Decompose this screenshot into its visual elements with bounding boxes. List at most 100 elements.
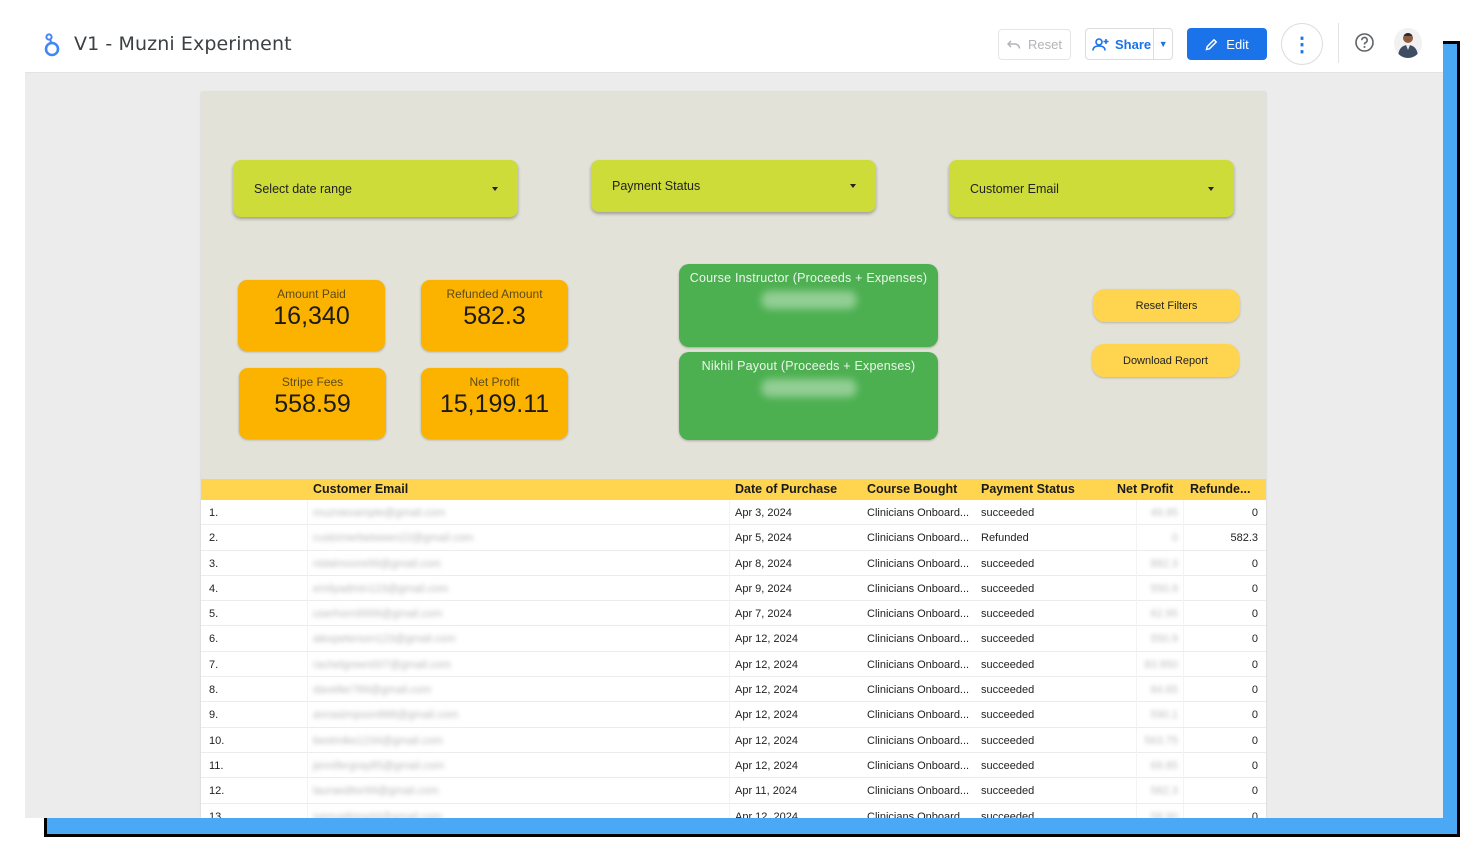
cell-payment-status: succeeded (981, 507, 1035, 519)
cell-net-profit: 84.65 (1150, 684, 1178, 697)
cell-payment-status: succeeded (981, 608, 1035, 621)
column-separator (1183, 626, 1184, 652)
table-row[interactable]: 6. alexpeterson123@gmail.com Apr 12, 2024 C… (201, 626, 1266, 652)
dropdown-arrow-icon[interactable] (492, 186, 498, 191)
column-separator (1183, 702, 1184, 728)
undo-icon (1007, 39, 1021, 49)
course-instructor-payout-card: Course Instructor (Proceeds + Expenses) (679, 264, 938, 347)
redacted-value (760, 291, 857, 309)
column-separator (729, 702, 730, 728)
download-report-button[interactable]: Download Report (1092, 344, 1239, 377)
row-index: 3. (209, 557, 219, 570)
column-separator (307, 500, 308, 525)
cell-refunded: 0 (1251, 684, 1258, 697)
table-row[interactable]: 8. daveller789@gmail.com Apr 12, 2024 Clini… (201, 677, 1266, 703)
column-separator (1136, 601, 1137, 627)
reset-button[interactable]: Reset (998, 29, 1071, 60)
report-page: Select date range Payment Status Custome… (201, 92, 1266, 818)
table-row[interactable]: 7. rachelgreen007@gmail.com Apr 12, 2024 Cl… (201, 651, 1266, 678)
more-vert-icon[interactable]: ⋮ (1281, 23, 1323, 65)
kpi-value: 15,199.11 (439, 390, 550, 418)
column-separator (307, 778, 308, 804)
looker-studio-logo-icon[interactable] (41, 32, 63, 58)
column-separator (307, 550, 308, 576)
cell-customer-email: rachelgreen007@gmail.com (313, 658, 451, 671)
column-header-net-profit[interactable]: Net Profit (1117, 482, 1173, 496)
cell-date-of-purchase: Apr 12, 2024 (735, 658, 798, 671)
reset-filters-button[interactable]: Reset Filters (1093, 289, 1240, 322)
cell-customer-email: nidalmoore99@gmail.com (313, 557, 441, 570)
dropdown-arrow-icon[interactable] (850, 184, 856, 188)
kpi-amount-paid: Amount Paid 16,340 (238, 280, 385, 351)
column-separator (1136, 626, 1137, 652)
cell-date-of-purchase: Apr 12, 2024 (735, 734, 798, 747)
row-index: 5. (209, 608, 219, 621)
cell-net-profit: 550.9 (1150, 633, 1178, 646)
row-index: 8. (209, 684, 219, 697)
share-button[interactable]: Share ▼ (1085, 28, 1173, 60)
column-separator (729, 727, 730, 753)
customer-email-filter[interactable]: Customer Email (949, 160, 1234, 217)
cell-customer-email: customerbetween22@gmail.com (313, 532, 474, 545)
kpi-value: 558.59 (274, 390, 351, 418)
column-header-payment-status[interactable]: Payment Status (981, 482, 1075, 496)
table-row[interactable]: 3. nidalmoore99@gmail.com Apr 8, 2024 Clini… (201, 550, 1266, 576)
cell-net-profit: 590.1 (1150, 709, 1178, 722)
dropdown-arrow-icon[interactable] (1208, 186, 1214, 191)
table-row[interactable]: 10. bestmike1234@gmail.com Apr 12, 2024 Cli… (201, 727, 1266, 753)
cell-course-bought: Clinicians Onboard... (867, 658, 970, 671)
column-separator (307, 626, 308, 652)
column-separator (729, 550, 730, 576)
cell-date-of-purchase: Apr 12, 2024 (735, 759, 798, 772)
column-header-course-bought[interactable]: Course Bought (867, 482, 957, 496)
share-dropdown-icon[interactable]: ▼ (1154, 39, 1172, 49)
avatar[interactable] (1394, 28, 1422, 58)
table-row[interactable]: 4. emilyadmin123@gmail.com Apr 9, 2024 Clin… (201, 575, 1266, 602)
row-index: 6. (209, 633, 219, 646)
edit-button[interactable]: Edit (1187, 28, 1267, 60)
column-separator (1136, 702, 1137, 728)
cell-course-bought: Clinicians Onboard... (867, 582, 970, 595)
cell-course-bought: Clinicians Onboard... (867, 734, 970, 747)
table-row[interactable]: 1. muzniexample@gmail.com Apr 3, 2024 Clini… (201, 500, 1266, 526)
cell-course-bought: Clinicians Onboard... (867, 785, 970, 798)
share-button-label: Share (1115, 36, 1152, 52)
cell-date-of-purchase: Apr 12, 2024 (735, 810, 798, 818)
row-index: 4. (209, 582, 219, 595)
cell-net-profit: 69.85 (1150, 759, 1178, 772)
table-row[interactable]: 9. annasimpson888@gmail.com Apr 12, 2024 Cl… (201, 702, 1266, 728)
kpi-net-profit: Net Profit 15,199.11 (421, 368, 568, 439)
help-circle-icon[interactable] (1354, 32, 1375, 53)
cell-customer-email: userhorn9999@gmail.com (313, 608, 443, 621)
table-row[interactable]: 12. lauraeditor99@gmail.com Apr 11, 2024 Cl… (201, 778, 1266, 804)
table-row[interactable]: 13. samuelking44@gmail.com Apr 12, 2024 Cli… (201, 803, 1266, 818)
date-range-filter[interactable]: Select date range (233, 160, 518, 217)
column-separator (729, 626, 730, 652)
column-separator (1136, 778, 1137, 804)
redacted-value (760, 379, 857, 397)
table-row[interactable]: 11. jennifergray85@gmail.com Apr 12, 2024 C… (201, 752, 1266, 779)
share-main[interactable]: Share (1086, 29, 1155, 59)
column-separator (307, 601, 308, 627)
cell-payment-status: succeeded (981, 709, 1035, 722)
column-separator (1183, 601, 1184, 627)
payment-status-filter[interactable]: Payment Status (591, 160, 876, 212)
cell-date-of-purchase: Apr 12, 2024 (735, 709, 798, 722)
column-separator (307, 525, 308, 551)
column-separator (1183, 752, 1184, 778)
pencil-icon (1205, 38, 1218, 51)
table-row[interactable]: 2. customerbetween22@gmail.com Apr 5, 2024… (201, 525, 1266, 551)
column-separator (1183, 651, 1184, 677)
column-header-customer-email[interactable]: Customer Email (313, 482, 408, 496)
column-separator (729, 525, 730, 551)
column-header-date-of-purchase[interactable]: Date of Purchase (735, 482, 837, 496)
column-header-refunded[interactable]: Refunde... (1190, 482, 1250, 496)
row-index: 7. (209, 658, 219, 671)
cell-course-bought: Clinicians Onboard... (867, 608, 970, 621)
cell-refunded: 0 (1251, 507, 1258, 519)
column-separator (1136, 727, 1137, 753)
cell-customer-email: alexpeterson123@gmail.com (313, 633, 456, 646)
kpi-refunded-amount: Refunded Amount 582.3 (421, 280, 568, 351)
table-row[interactable]: 5. userhorn9999@gmail.com Apr 7, 2024 Clini… (201, 601, 1266, 627)
person-add-icon (1092, 37, 1109, 51)
